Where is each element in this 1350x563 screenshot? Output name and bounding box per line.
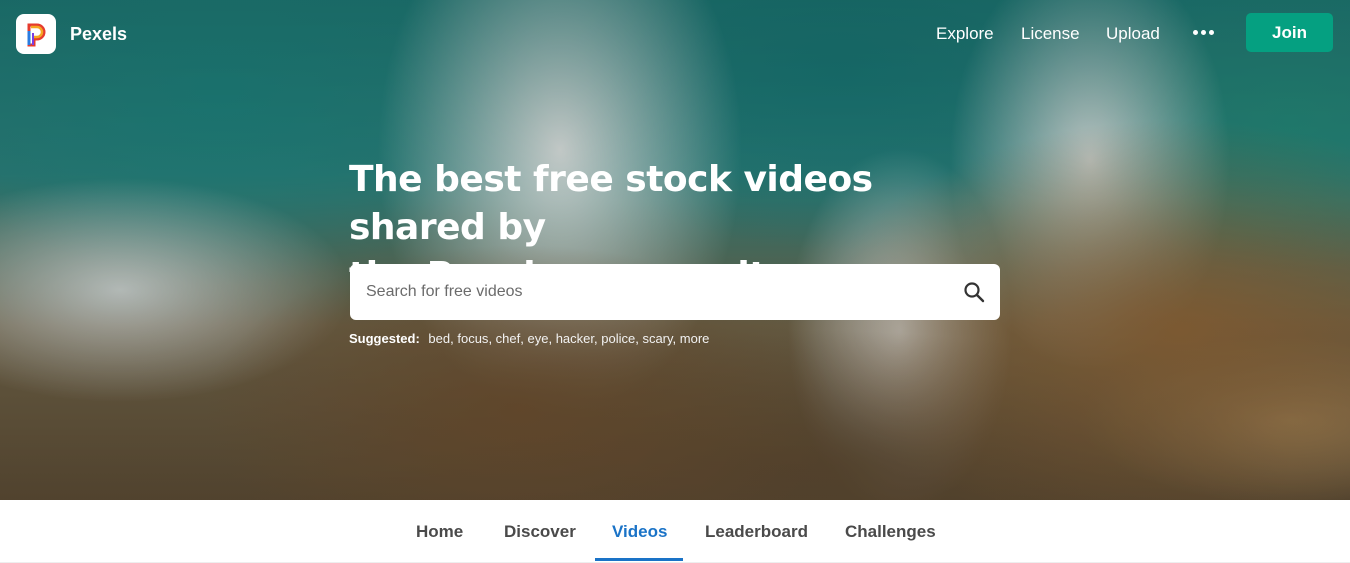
tab-videos[interactable]: Videos [612, 522, 667, 542]
suggested-item-scary[interactable]: scary [642, 331, 672, 346]
suggested-item-hacker[interactable]: hacker [556, 331, 594, 346]
suggested-searches: Suggested: bed, focus, chef, eye, hacker… [349, 331, 710, 346]
headline-line-1: The best free stock videos shared by [349, 159, 873, 248]
nav-upload-link[interactable]: Upload [1106, 24, 1160, 44]
tab-leaderboard[interactable]: Leaderboard [705, 522, 808, 542]
more-dots-icon[interactable] [1193, 30, 1215, 36]
search-bar [350, 264, 1000, 320]
tab-challenges[interactable]: Challenges [845, 522, 936, 542]
suggested-item-eye[interactable]: eye [527, 331, 548, 346]
suggested-item-police[interactable]: police [601, 331, 635, 346]
suggested-label: Suggested: [349, 331, 420, 346]
search-icon[interactable] [962, 280, 986, 304]
suggested-item-focus[interactable]: focus [457, 331, 488, 346]
join-button[interactable]: Join [1246, 13, 1333, 52]
tab-home[interactable]: Home [416, 522, 463, 542]
search-input[interactable] [366, 264, 936, 320]
suggested-item-chef[interactable]: chef [496, 331, 521, 346]
suggested-item-more[interactable]: more [680, 331, 710, 346]
tab-discover[interactable]: Discover [504, 522, 576, 542]
brand-name[interactable]: Pexels [70, 24, 127, 45]
active-tab-indicator [595, 558, 683, 561]
pexels-logo-icon[interactable] [16, 14, 56, 54]
suggested-item-bed[interactable]: bed [428, 331, 450, 346]
nav-license-link[interactable]: License [1021, 24, 1080, 44]
nav-explore-link[interactable]: Explore [936, 24, 994, 44]
top-navigation: Pexels Explore License Upload Join [0, 0, 1350, 68]
section-tabs: Home Discover Videos Leaderboard Challen… [0, 500, 1350, 563]
